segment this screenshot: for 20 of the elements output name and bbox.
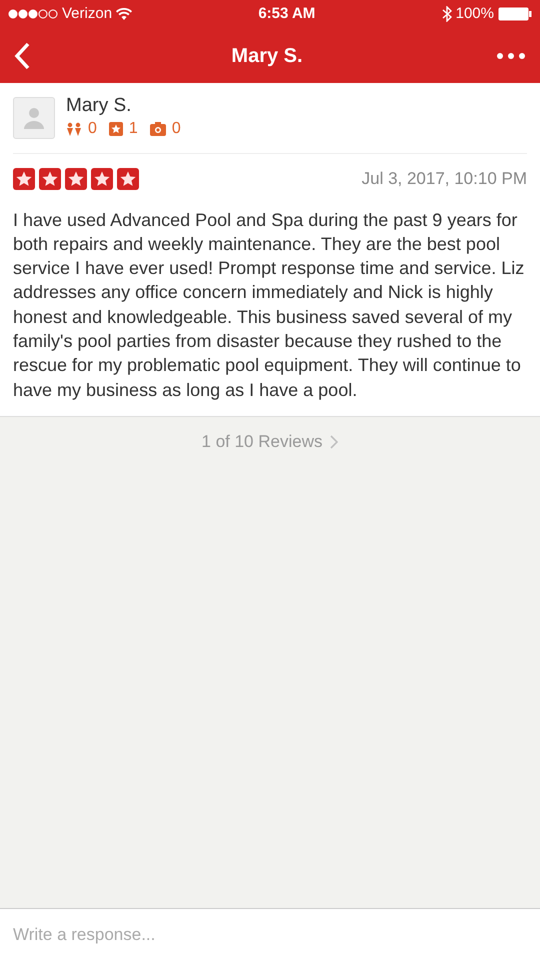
review-count: 1 (128, 119, 138, 139)
response-field[interactable]: Write a response... (0, 908, 540, 960)
bluetooth-icon (442, 6, 452, 22)
photo-count: 0 (172, 119, 181, 139)
wifi-icon (116, 8, 132, 20)
review-text: I have used Advanced Pool and Spa during the past 9 years for both repairs and weekly maintenance. They are the best pool service I have ever used! Prompt response time and service. Liz addresses any office concern immediately and Nick is highly honest and knowledgeable. This business saved several of my family's pool parties from disaster because they rushed to the rescue for my problematic pool equipment. They will continue to have my business as long as I have a pool. (13, 208, 526, 402)
camera-icon (150, 122, 166, 136)
friends-icon (66, 122, 82, 136)
clock-time: 6:53 AM (258, 4, 316, 24)
review-date: Jul 3, 2017, 10:10 PM (362, 168, 527, 190)
friends-count: 0 (88, 119, 97, 139)
battery-percent: 100% (456, 4, 494, 24)
page-title: Mary S. (231, 44, 303, 68)
response-input[interactable]: Write a response... (13, 922, 527, 948)
signal-icon (8, 9, 58, 19)
battery-icon (498, 7, 532, 21)
carrier-name: Verizon (62, 4, 112, 24)
review-count-icon (108, 122, 123, 136)
chevron-right-icon (330, 434, 338, 449)
reviewer-name[interactable]: Mary S. (66, 95, 181, 117)
